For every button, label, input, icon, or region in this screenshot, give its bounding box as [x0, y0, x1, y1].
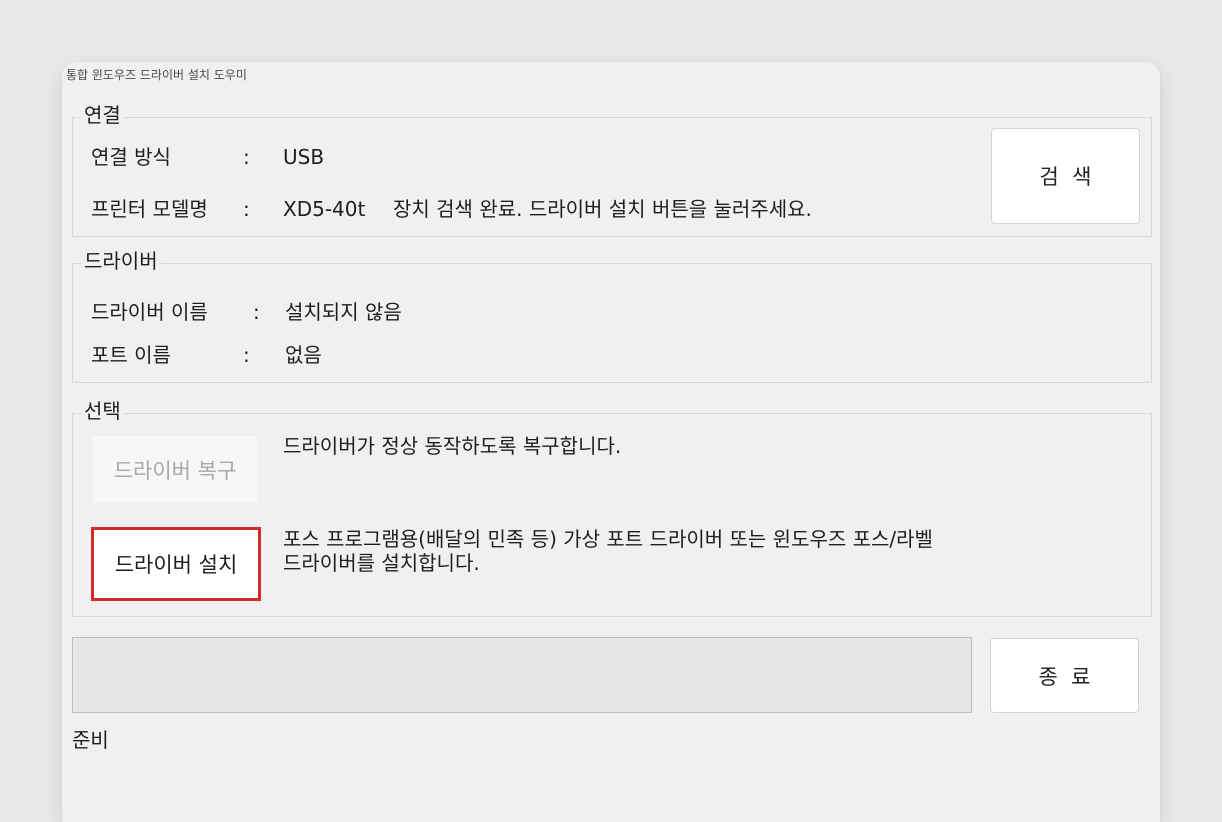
driver-name-colon: :	[253, 300, 260, 324]
installer-window: 통합 윈도우즈 드라이버 설치 도우미 연결 연결 방식 : USB 프린터 모…	[62, 62, 1160, 822]
exit-button[interactable]: 종 료	[990, 638, 1139, 713]
connection-group-label: 연결	[81, 102, 124, 128]
status-text: 준비	[72, 728, 109, 752]
select-group-label: 선택	[81, 398, 124, 424]
port-name-label: 포트 이름	[91, 343, 171, 367]
driver-name-value: 설치되지 않음	[285, 300, 402, 324]
port-name-value: 없음	[285, 343, 322, 367]
connection-status-message: 장치 검색 완료. 드라이버 설치 버튼을 눌러주세요.	[393, 197, 812, 221]
restore-driver-button[interactable]: 드라이버 복구	[93, 436, 257, 503]
select-group: 선택 드라이버 복구 드라이버가 정상 동작하도록 복구합니다. 드라이버 설치…	[72, 398, 1152, 617]
printer-model-value: XD5-40t	[283, 197, 366, 221]
printer-model-label: 프린터 모델명	[91, 197, 208, 221]
driver-group: 드라이버 드라이버 이름 : 설치되지 않음 포트 이름 : 없음	[72, 248, 1152, 383]
connection-method-value: USB	[283, 145, 325, 169]
connection-method-colon: :	[243, 145, 250, 169]
install-driver-description-line1: 포스 프로그램용(배달의 민족 등) 가상 포트 드라이버 또는 윈도우즈 포스…	[283, 527, 933, 551]
install-driver-description-line2: 드라이버를 설치합니다.	[283, 551, 480, 575]
driver-group-label: 드라이버	[81, 248, 161, 274]
install-driver-button[interactable]: 드라이버 설치	[91, 527, 261, 601]
port-name-colon: :	[243, 343, 250, 367]
connection-method-label: 연결 방식	[91, 145, 171, 169]
search-button[interactable]: 검 색	[991, 128, 1140, 224]
progress-bar	[72, 637, 972, 713]
connection-group: 연결 연결 방식 : USB 프린터 모델명 : XD5-40t 장치 검색 완…	[72, 102, 1152, 237]
restore-driver-description: 드라이버가 정상 동작하도록 복구합니다.	[283, 434, 622, 458]
printer-model-colon: :	[243, 197, 250, 221]
window-title: 통합 윈도우즈 드라이버 설치 도우미	[66, 68, 247, 82]
driver-name-label: 드라이버 이름	[91, 300, 208, 324]
